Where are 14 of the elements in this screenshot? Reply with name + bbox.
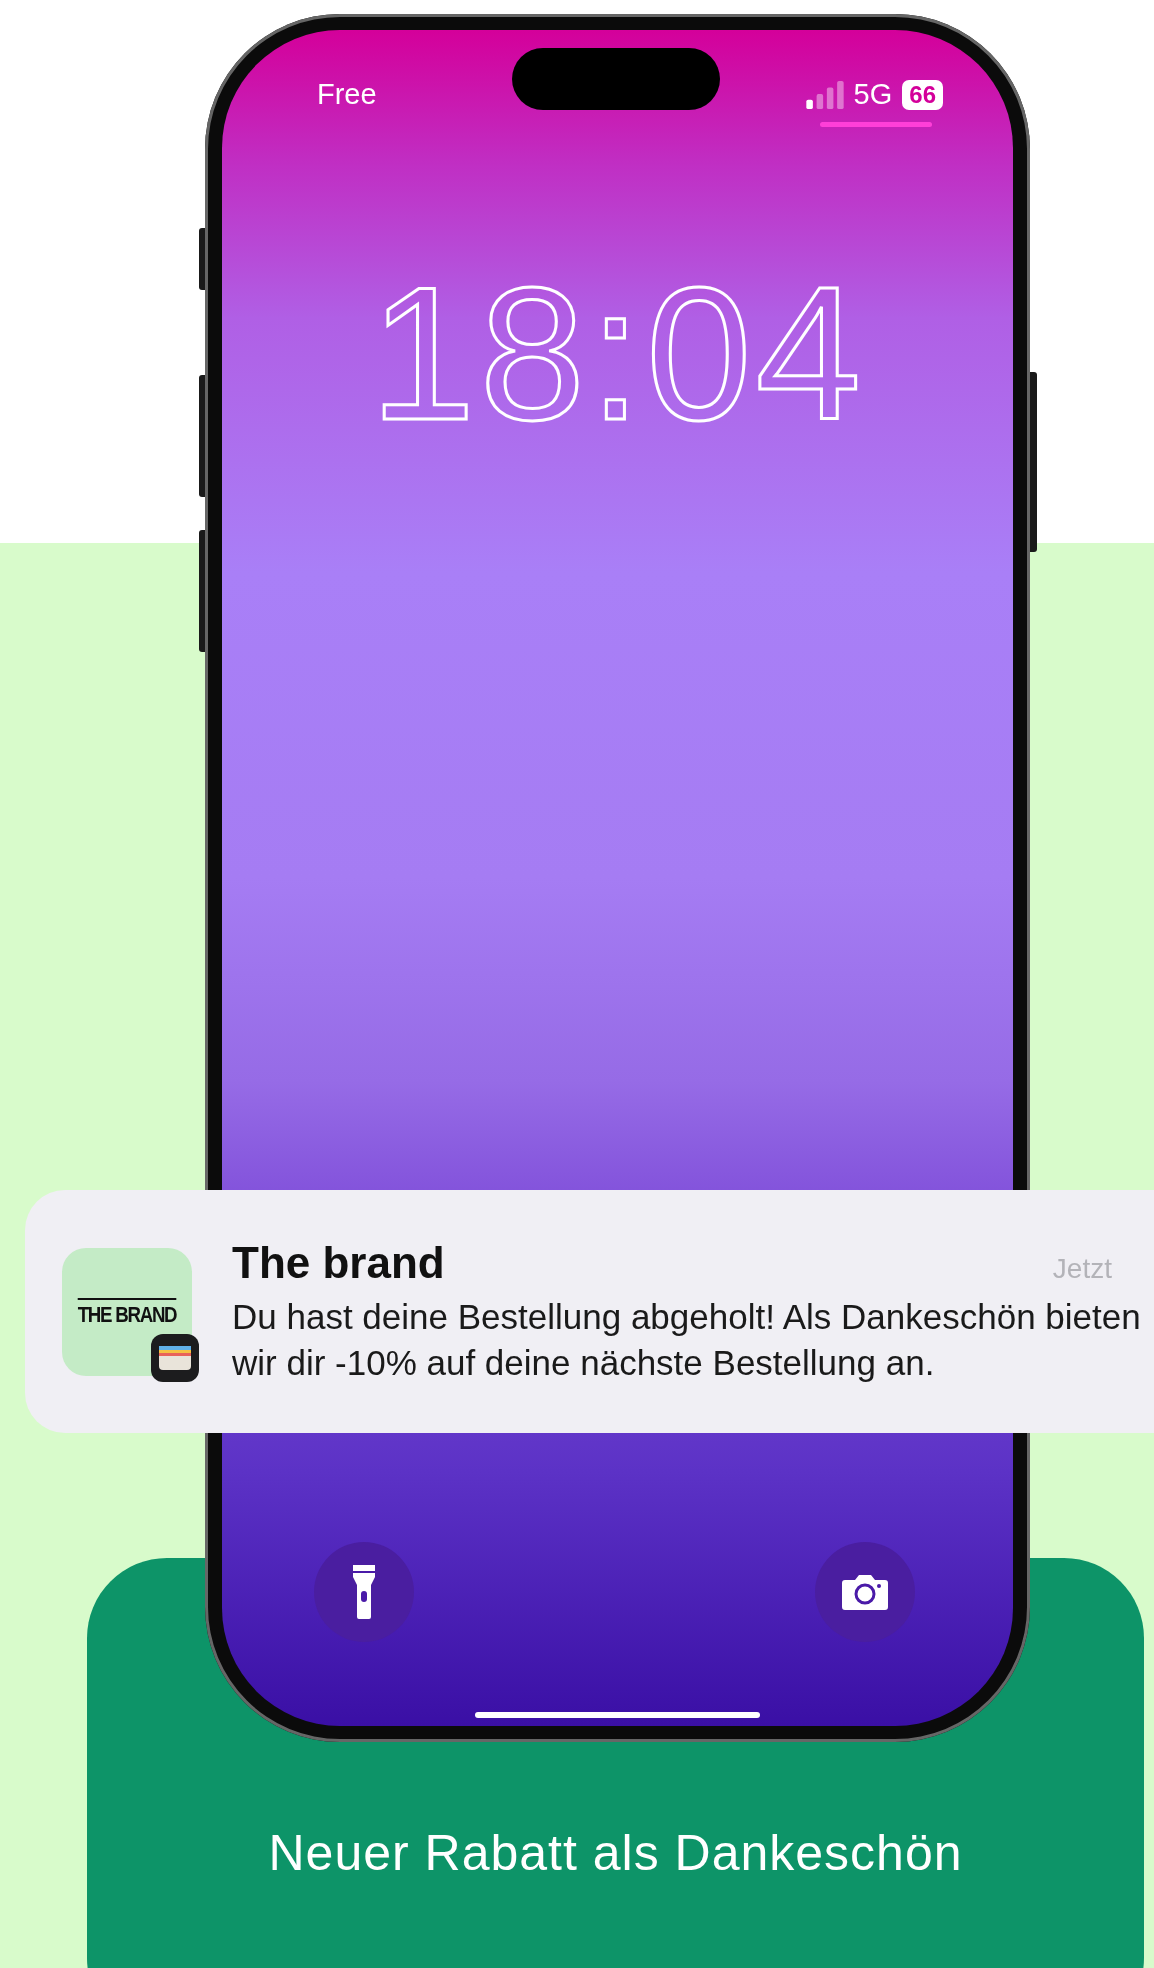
network-label: 5G [853,78,893,111]
caption-text: Neuer Rabatt als Dankeschön [268,1824,963,1883]
camera-icon [842,1574,888,1610]
logo-text: THE BRAND [77,1297,177,1326]
clock-time: 18:04 [368,258,867,448]
notification-card[interactable]: THE BRAND The brand Jetzt Du hast deine Bestellung abgeholt! Als Dankeschön bieten wir dir -10% auf deine nächste Bestellung an. [25,1190,1154,1433]
carrier-label: Free [317,78,377,111]
notification-message: Du hast deine Bestellung abgeholt! Als Dankeschön bieten wir dir -10% auf deine nächste Bestellung an. [232,1296,1142,1384]
notification-time: Jetzt [1052,1253,1112,1285]
wallet-icon [150,1333,200,1383]
app-name: The brand [232,1238,445,1288]
signal-icon [805,80,844,109]
battery-icon: 66 [902,79,943,110]
flashlight-icon [352,1565,376,1619]
